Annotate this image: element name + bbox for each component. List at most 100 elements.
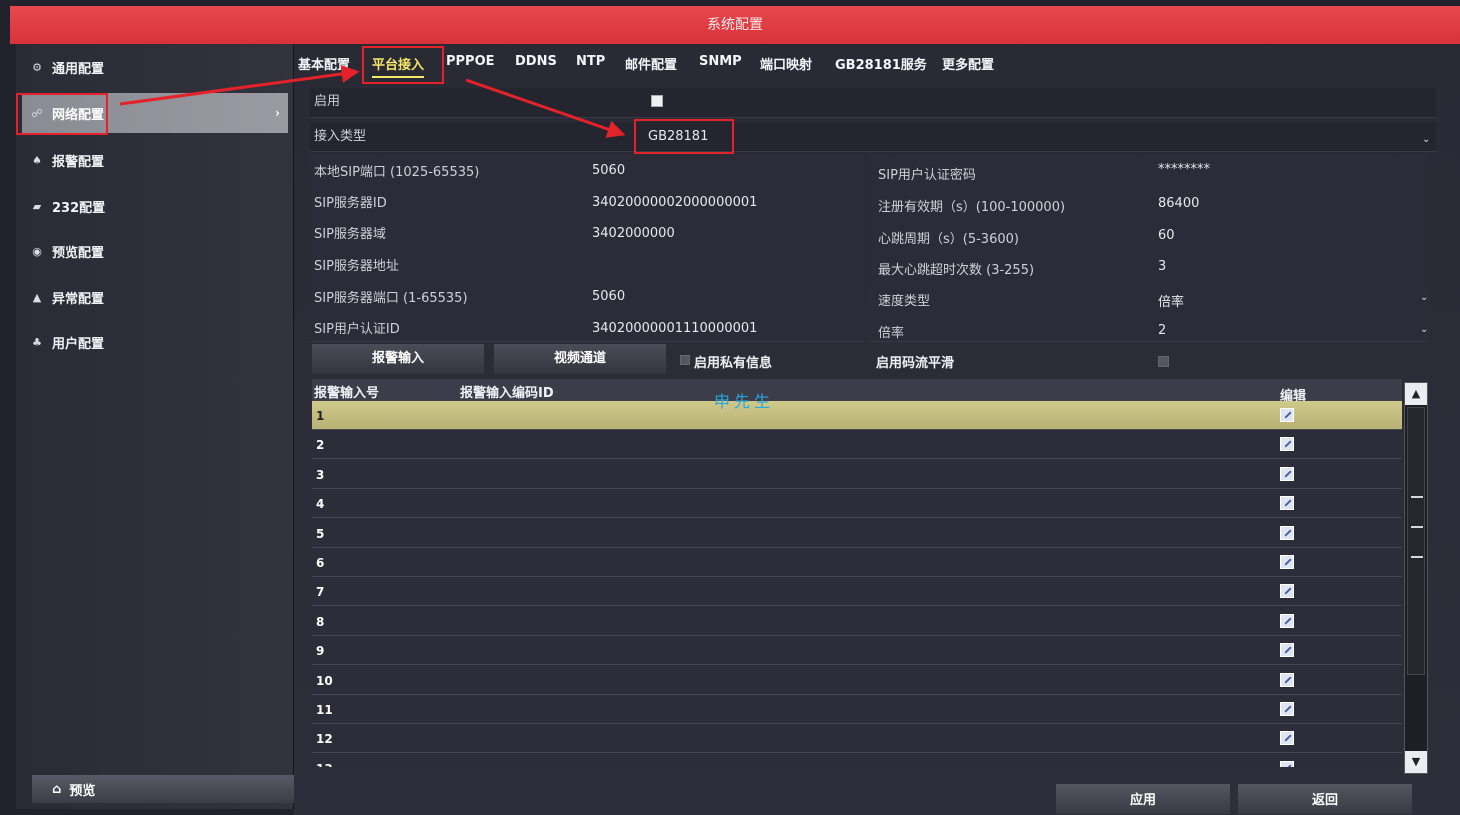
edit-icon[interactable] [1280, 643, 1294, 658]
sidebar-item-preview-config[interactable]: ◉ 预览配置 [22, 231, 288, 271]
back-button[interactable]: 返回 [1238, 784, 1412, 814]
scroll-up-icon[interactable]: ▲ [1405, 383, 1427, 405]
table-row[interactable]: 12 [312, 724, 1402, 754]
chevron-down-icon[interactable]: ⌄ [1420, 324, 1428, 335]
edit-icon[interactable] [1280, 760, 1294, 767]
header-input-number: 报警输入号 [314, 386, 380, 401]
preview-button[interactable]: ⌂ 预览 [32, 775, 294, 803]
tab-gb28181-service[interactable]: GB28181服务 [835, 54, 927, 73]
warning-icon: ▲ [32, 290, 42, 304]
sip-server-port-field[interactable]: 5060 [592, 289, 625, 304]
main-content: 基本配置 平台接入 PPPOE DDNS NTP 邮件配置 SNMP 端口映射 … [294, 44, 1460, 815]
edit-icon[interactable] [1280, 731, 1294, 746]
table-row[interactable]: 8 [312, 607, 1402, 636]
sidebar-item-exception[interactable]: ▲ 异常配置 [22, 277, 288, 317]
table-row[interactable]: 5 [312, 519, 1402, 548]
annotation-box-network [16, 93, 108, 135]
local-sip-port-field[interactable]: 5060 [592, 163, 625, 178]
edit-icon[interactable] [1280, 584, 1294, 599]
sidebar-item-232[interactable]: ▰ 232配置 [22, 186, 288, 226]
table-row[interactable]: 1 [312, 401, 1402, 430]
apply-button[interactable]: 应用 [1056, 784, 1230, 814]
edit-icon[interactable] [1280, 702, 1294, 716]
table-row[interactable]: 9 [312, 636, 1402, 666]
edit-icon[interactable] [1280, 672, 1294, 687]
table-row[interactable]: 6 [312, 548, 1402, 577]
rate-select[interactable]: 2 [1158, 323, 1166, 338]
chevron-down-icon[interactable]: ⌄ [1420, 292, 1428, 303]
table-row[interactable]: 3 [312, 460, 1402, 489]
edit-icon[interactable] [1280, 555, 1294, 569]
row-number: 7 [316, 585, 325, 600]
sip-server-id-field[interactable]: 34020000002000000001 [592, 195, 757, 210]
tab-pppoe[interactable]: PPPOE [446, 54, 495, 69]
row-number: 11 [316, 703, 333, 717]
tab-email[interactable]: 邮件配置 [625, 54, 677, 73]
table-row[interactable]: 10 [312, 666, 1402, 695]
scroll-thumb[interactable] [1407, 407, 1425, 675]
table-row[interactable]: 4 [312, 489, 1402, 519]
gear-icon: ⚙ [32, 60, 42, 74]
heartbeat-period-field[interactable]: 60 [1158, 228, 1175, 243]
speed-type-select[interactable]: 倍率 [1158, 291, 1184, 310]
subtab-video-channel[interactable]: 视频通道 [494, 344, 666, 374]
tab-snmp[interactable]: SNMP [699, 54, 742, 69]
max-heartbeat-timeout-field[interactable]: 3 [1158, 259, 1166, 274]
table-row[interactable]: 2 [312, 430, 1402, 460]
sip-password-field[interactable]: ******** [1158, 162, 1210, 177]
table-scrollbar[interactable]: ▲ ▼ [1404, 382, 1428, 774]
table-row[interactable]: 13 [312, 754, 1402, 767]
edit-icon[interactable] [1280, 466, 1294, 481]
sidebar-item-alarm[interactable]: ♠ 报警配置 [22, 140, 288, 180]
private-info-checkbox[interactable] [680, 355, 690, 365]
edit-icon[interactable] [1280, 408, 1294, 422]
sip-server-domain-field[interactable]: 3402000000 [592, 226, 675, 241]
home-icon: ⌂ [52, 781, 62, 797]
alarm-icon: ♠ [32, 153, 42, 167]
sip-server-id-label: SIP服务器ID [314, 196, 387, 211]
table-row[interactable]: 11 [312, 695, 1402, 724]
smooth-stream-checkbox[interactable] [1158, 356, 1169, 367]
sip-server-port-label: SIP服务器端口 (1-65535) [314, 291, 468, 306]
table-row[interactable]: 7 [312, 577, 1402, 607]
tab-basic[interactable]: 基本配置 [298, 54, 350, 73]
sidebar-item-label: 预览配置 [52, 245, 105, 261]
tab-ddns[interactable]: DDNS [515, 54, 557, 69]
heartbeat-period-label: 心跳周期（s）(5-3600) [878, 232, 1019, 247]
access-type-row [310, 122, 1436, 152]
sidebar-item-label: 异常配置 [52, 291, 105, 307]
sidebar: ⚙ 通用配置 ☍ 网络配置 › ♠ 报警配置 ▰ 232配置 ◉ 预览配置 ▲ … [16, 44, 294, 809]
sip-user-auth-id-field[interactable]: 34020000001110000001 [592, 321, 757, 336]
tab-port-mapping[interactable]: 端口映射 [760, 54, 812, 73]
grip-line [1411, 556, 1423, 558]
smooth-stream-label: 启用码流平滑 [876, 356, 955, 371]
users-icon: ♣ [32, 335, 42, 349]
subtab-alarm-input[interactable]: 报警输入 [312, 344, 484, 374]
chevron-right-icon: › [275, 106, 280, 120]
enable-checkbox[interactable] [651, 95, 663, 107]
sidebar-item-label: 通用配置 [52, 61, 105, 77]
sip-server-address-label: SIP服务器地址 [314, 259, 399, 274]
register-expiry-field[interactable]: 86400 [1158, 196, 1199, 211]
chevron-down-icon[interactable]: ⌄ [1422, 134, 1430, 145]
tab-more[interactable]: 更多配置 [942, 54, 994, 73]
edit-icon[interactable] [1280, 525, 1294, 540]
rate-label: 倍率 [878, 326, 905, 341]
serial-icon: ▰ [32, 199, 42, 213]
local-sip-port-label: 本地SIP端口 (1025-65535) [314, 165, 480, 180]
scroll-down-icon[interactable]: ▼ [1405, 751, 1427, 773]
watermark-text: 申先生 [714, 392, 775, 411]
edit-icon[interactable] [1280, 496, 1294, 511]
tab-ntp[interactable]: NTP [576, 54, 605, 69]
sidebar-item-general[interactable]: ⚙ 通用配置 [22, 47, 288, 87]
edit-icon[interactable] [1280, 613, 1294, 628]
sidebar-item-user[interactable]: ♣ 用户配置 [22, 322, 288, 362]
row-number: 13 [316, 762, 333, 767]
row-number: 9 [316, 644, 325, 659]
grip-line [1411, 496, 1423, 498]
edit-icon[interactable] [1280, 437, 1294, 452]
row-number: 8 [316, 614, 325, 629]
left-fields-panel [310, 154, 864, 342]
sidebar-item-label: 用户配置 [52, 336, 105, 352]
table-header: 报警输入号 报警输入编码ID 编辑 [312, 379, 1402, 404]
